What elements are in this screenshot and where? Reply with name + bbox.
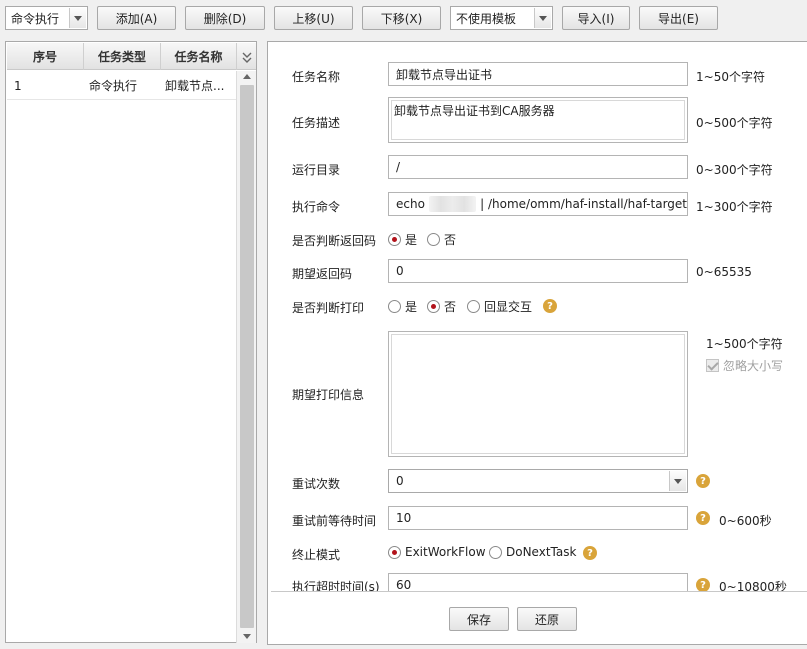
help-icon[interactable]: ? <box>696 511 710 525</box>
exec-cmd-input[interactable]: echo | /home/omm/haf-install/haf-target <box>388 192 688 216</box>
task-list-panel: 序号 任务类型 任务名称 1 命令执行 卸载节点... <box>5 41 257 643</box>
ignore-case-label: 忽略大小写 <box>723 359 784 373</box>
radio-empty-icon <box>467 300 480 313</box>
ignore-case-checkbox[interactable]: 忽略大小写 <box>706 357 783 374</box>
toolbar: 命令执行 添加(A) 删除(D) 上移(U) 下移(X) 不使用模板 导入(I)… <box>0 0 807 38</box>
radio-empty-icon <box>489 545 502 559</box>
timeout-input[interactable]: 60 <box>388 573 688 591</box>
scrollbar-thumb[interactable] <box>240 85 254 628</box>
move-up-button[interactable]: 上移(U) <box>274 6 353 30</box>
retry-count-value: 0 <box>396 474 404 488</box>
check-return-no-radio[interactable]: 否 <box>427 231 456 248</box>
expected-print-text <box>391 334 685 454</box>
task-form: 任务名称 卸载节点导出证书 1~50个字符 任务描述 卸载节点导出证书到CA服务… <box>271 45 807 592</box>
move-down-button[interactable]: 下移(X) <box>362 6 441 30</box>
help-icon[interactable]: ? <box>543 299 557 313</box>
exec-cmd-prefix: echo <box>396 197 425 211</box>
task-name-label: 任务名称 <box>292 70 341 84</box>
run-dir-label: 运行目录 <box>292 163 341 177</box>
column-header-name[interactable]: 任务名称 <box>161 43 237 70</box>
row-index: 1 <box>14 78 22 93</box>
retry-count-select[interactable]: 0 <box>388 469 688 493</box>
help-icon[interactable]: ? <box>696 474 710 488</box>
retry-wait-input[interactable]: 10 <box>388 506 688 530</box>
expected-print-hint: 1~500个字符 <box>706 337 783 351</box>
stop-mode-next-radio[interactable]: DoNextTask <box>489 545 576 559</box>
task-desc-text: 卸载节点导出证书到CA服务器 <box>391 100 685 140</box>
check-print-no-radio[interactable]: 否 <box>427 298 456 315</box>
import-button[interactable]: 导入(I) <box>562 6 630 30</box>
chevron-down-icon <box>69 8 86 28</box>
help-icon[interactable]: ? <box>696 578 710 591</box>
task-desc-hint: 0~500个字符 <box>696 116 773 130</box>
expected-return-input[interactable]: 0 <box>388 259 688 283</box>
task-list-header: 序号 任务类型 任务名称 <box>7 43 256 70</box>
radio-label: 是 <box>405 300 418 314</box>
scroll-down-icon[interactable] <box>243 634 251 639</box>
template-select-value: 不使用模板 <box>456 11 517 26</box>
task-name-input[interactable]: 卸载节点导出证书 <box>388 62 688 86</box>
column-header-index[interactable]: 序号 <box>7 43 84 70</box>
radio-label: 否 <box>444 300 457 314</box>
timeout-hint: 0~10800秒 <box>719 580 787 592</box>
template-select[interactable]: 不使用模板 <box>450 6 553 30</box>
exec-cmd-hint: 1~300个字符 <box>696 200 773 214</box>
check-print-label: 是否判断打印 <box>292 301 365 315</box>
check-print-echo-radio[interactable]: 回显交互 <box>467 298 532 315</box>
task-type-select-value: 命令执行 <box>11 11 60 26</box>
check-return-yes-radio[interactable]: 是 <box>388 231 417 248</box>
radio-empty-icon <box>427 233 440 246</box>
radio-selected-icon <box>427 300 440 313</box>
row-type: 命令执行 <box>89 79 138 93</box>
row-name: 卸载节点... <box>165 79 225 93</box>
stop-mode-exit-radio[interactable]: ExitWorkFlow <box>388 545 486 559</box>
reset-button[interactable]: 还原 <box>517 607 577 631</box>
delete-button[interactable]: 删除(D) <box>185 6 265 30</box>
expected-print-label: 期望打印信息 <box>292 388 365 402</box>
add-button[interactable]: 添加(A) <box>97 6 176 30</box>
retry-count-label: 重试次数 <box>292 477 341 491</box>
task-type-select[interactable]: 命令执行 <box>5 6 88 30</box>
check-return-label: 是否判断返回码 <box>292 234 377 248</box>
task-desc-label: 任务描述 <box>292 116 341 130</box>
run-dir-hint: 0~300个字符 <box>696 163 773 177</box>
chevron-down-icon <box>669 471 686 491</box>
radio-selected-icon <box>388 545 401 559</box>
expected-return-label: 期望返回码 <box>292 267 353 281</box>
checkbox-checked-disabled-icon <box>706 359 719 372</box>
run-dir-input[interactable]: / <box>388 155 688 179</box>
exec-cmd-label: 执行命令 <box>292 200 341 214</box>
retry-wait-hint: 0~600秒 <box>719 514 772 528</box>
exec-cmd-suffix: | /home/omm/haf-install/haf-target <box>480 197 687 211</box>
task-detail-panel: 任务名称 卸载节点导出证书 1~50个字符 任务描述 卸载节点导出证书到CA服务… <box>267 41 807 645</box>
redacted-value <box>428 196 477 212</box>
timeout-label: 执行超时时间(s) <box>292 580 380 592</box>
column-header-type[interactable]: 任务类型 <box>84 43 161 70</box>
radio-label: 是 <box>405 233 418 247</box>
radio-label: 回显交互 <box>484 300 533 314</box>
radio-empty-icon <box>388 300 401 313</box>
help-icon[interactable]: ? <box>583 546 597 560</box>
radio-label: 否 <box>444 233 457 247</box>
expected-return-hint: 0~65535 <box>696 265 752 279</box>
task-name-hint: 1~50个字符 <box>696 70 765 84</box>
save-button[interactable]: 保存 <box>449 607 509 631</box>
chevron-down-icon <box>534 8 551 28</box>
radio-label: DoNextTask <box>506 545 577 559</box>
table-row[interactable]: 1 命令执行 卸载节点... <box>7 71 237 100</box>
column-menu-icon[interactable] <box>237 43 256 70</box>
scroll-up-icon[interactable] <box>243 74 251 79</box>
stop-mode-label: 终止模式 <box>292 548 341 562</box>
export-button[interactable]: 导出(E) <box>639 6 718 30</box>
retry-wait-label: 重试前等待时间 <box>292 514 377 528</box>
radio-selected-icon <box>388 233 401 246</box>
radio-label: ExitWorkFlow <box>405 545 486 559</box>
task-list-scrollbar[interactable] <box>236 71 256 643</box>
check-print-yes-radio[interactable]: 是 <box>388 298 417 315</box>
expected-print-input[interactable] <box>388 331 688 457</box>
task-desc-input[interactable]: 卸载节点导出证书到CA服务器 <box>388 97 688 143</box>
